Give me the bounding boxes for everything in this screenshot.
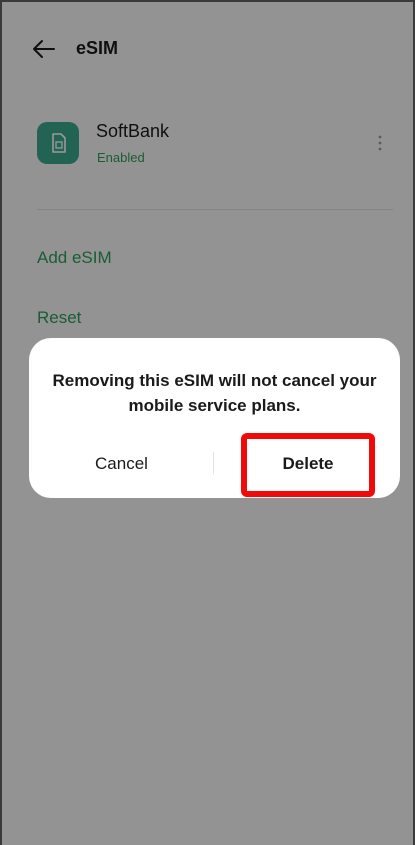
button-separator [213,452,214,474]
dialog-message: Removing this eSIM will not cancel your … [52,371,377,415]
highlight-frame [241,433,375,497]
cancel-button[interactable]: Cancel [39,442,204,486]
